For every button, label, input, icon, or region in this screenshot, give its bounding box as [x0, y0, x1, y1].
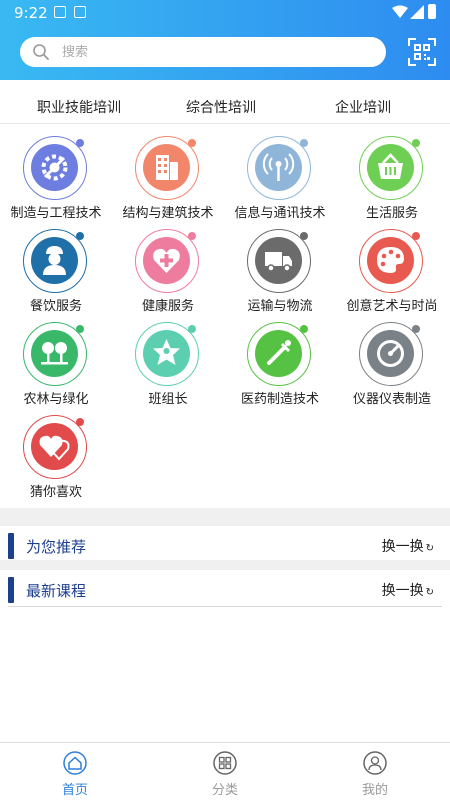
trees-icon: [31, 330, 78, 377]
refresh-icon: ↻: [425, 543, 434, 554]
search-icon: [33, 44, 49, 60]
grid-item-label: 餐饮服务: [29, 299, 82, 314]
nav-label: 我的: [361, 783, 388, 798]
grid-item-ict[interactable]: 信息与通讯技术: [224, 130, 336, 222]
nav-home[interactable]: 首页: [45, 751, 105, 798]
search-input[interactable]: [62, 37, 362, 67]
section-latest-courses: 最新课程 换一换 ↻: [8, 577, 442, 607]
grid-item-label: 农林与绿化: [23, 392, 89, 407]
gauge-icon: [367, 330, 414, 377]
refresh-button[interactable]: 换一换 ↻: [382, 580, 434, 600]
tab-comprehensive[interactable]: 综合性培训: [186, 97, 256, 117]
qr-scan-icon[interactable]: [408, 38, 436, 66]
grid-item-transport[interactable]: 运输与物流: [224, 223, 336, 315]
section-recommended: 为您推荐 换一换 ↻: [8, 533, 442, 563]
grid-item-label: 班组长: [148, 392, 188, 407]
status-time: 9:22: [14, 4, 48, 22]
grid-item-label: 制造与工程技术: [10, 206, 102, 221]
nav-profile[interactable]: 我的: [345, 751, 405, 798]
grid-item-label: 仪器仪表制造: [352, 392, 431, 407]
section-divider: [0, 560, 450, 570]
grid-item-instruments[interactable]: 仪器仪表制造: [336, 316, 448, 408]
icon-ring: [359, 136, 423, 200]
icon-ring: [23, 415, 87, 479]
app-header: 9:22: [0, 0, 450, 80]
refresh-label: 换一换: [381, 583, 424, 599]
grid-item-label: 医药制造技术: [240, 392, 319, 407]
gear-wrench-icon: [31, 144, 78, 191]
grid-item-health[interactable]: 健康服务: [112, 223, 224, 315]
grid-item-manufacturing[interactable]: 制造与工程技术: [0, 130, 112, 222]
refresh-icon: ↻: [425, 587, 434, 598]
icon-ring: [247, 136, 311, 200]
tab-vocational-skills[interactable]: 职业技能培训: [37, 97, 121, 117]
search-bar[interactable]: [20, 37, 386, 67]
grid-item-label: 猜你喜欢: [29, 485, 82, 500]
battery-icon: [428, 4, 436, 19]
basket-icon: [367, 144, 414, 191]
section-divider: [0, 508, 450, 526]
grid-item-pharma[interactable]: 医药制造技术: [224, 316, 336, 408]
section-accent-bar: [8, 533, 14, 559]
icon-ring: [23, 136, 87, 200]
grid-item-team-leader[interactable]: 班组长: [112, 316, 224, 408]
bottom-nav: 首页 分类 我的: [0, 742, 450, 800]
grid-item-label: 生活服务: [365, 206, 418, 221]
category-tabs: 职业技能培训 综合性培训 企业培训: [0, 88, 450, 124]
icon-ring: [359, 322, 423, 386]
cell-signal-icon: [410, 5, 424, 19]
nav-label: 首页: [61, 783, 88, 798]
image-notification-icon: [54, 6, 66, 18]
grid-item-life-services[interactable]: 生活服务: [336, 130, 448, 222]
icon-ring: [23, 322, 87, 386]
grid-item-construction[interactable]: 结构与建筑技术: [112, 130, 224, 222]
app-notification-icon: [74, 6, 86, 18]
home-icon: [63, 751, 87, 775]
grid-item-label: 健康服务: [141, 299, 194, 314]
buildings-icon: [143, 144, 190, 191]
icon-ring: [247, 322, 311, 386]
icon-ring: [135, 136, 199, 200]
icon-ring: [359, 229, 423, 293]
section-title: 为您推荐: [26, 538, 87, 556]
status-bar: 9:22: [0, 0, 450, 26]
star-person-icon: [143, 330, 190, 377]
heart-plus-icon: [143, 237, 190, 284]
refresh-button[interactable]: 换一换 ↻: [382, 536, 434, 556]
user-icon: [363, 751, 387, 775]
section-title: 最新课程: [26, 582, 87, 600]
grid-item-label: 信息与通讯技术: [234, 206, 326, 221]
icon-ring: [23, 229, 87, 293]
grid-item-label: 创意艺术与时尚: [346, 299, 438, 314]
palette-icon: [367, 237, 414, 284]
signal-tower-icon: [255, 144, 302, 191]
grid-item-label: 结构与建筑技术: [122, 206, 214, 221]
grid-item-agriculture[interactable]: 农林与绿化: [0, 316, 112, 408]
grid-item-guess-you-like[interactable]: 猜你喜欢: [0, 409, 112, 501]
tab-enterprise[interactable]: 企业培训: [335, 97, 391, 117]
chef-icon: [31, 237, 78, 284]
icon-ring: [247, 229, 311, 293]
grid-item-catering[interactable]: 餐饮服务: [0, 223, 112, 315]
grid-item-label: 运输与物流: [247, 299, 313, 314]
section-accent-bar: [8, 577, 14, 603]
icon-ring: [135, 229, 199, 293]
icon-ring: [135, 322, 199, 386]
grid-item-creative-arts[interactable]: 创意艺术与时尚: [336, 223, 448, 315]
nav-categories[interactable]: 分类: [195, 751, 255, 798]
wifi-icon: [392, 5, 408, 18]
refresh-label: 换一换: [381, 539, 424, 555]
hearts-icon: [31, 423, 78, 470]
grid-icon: [213, 751, 237, 775]
dropper-icon: [255, 330, 302, 377]
truck-icon: [255, 237, 302, 284]
nav-label: 分类: [211, 783, 238, 798]
